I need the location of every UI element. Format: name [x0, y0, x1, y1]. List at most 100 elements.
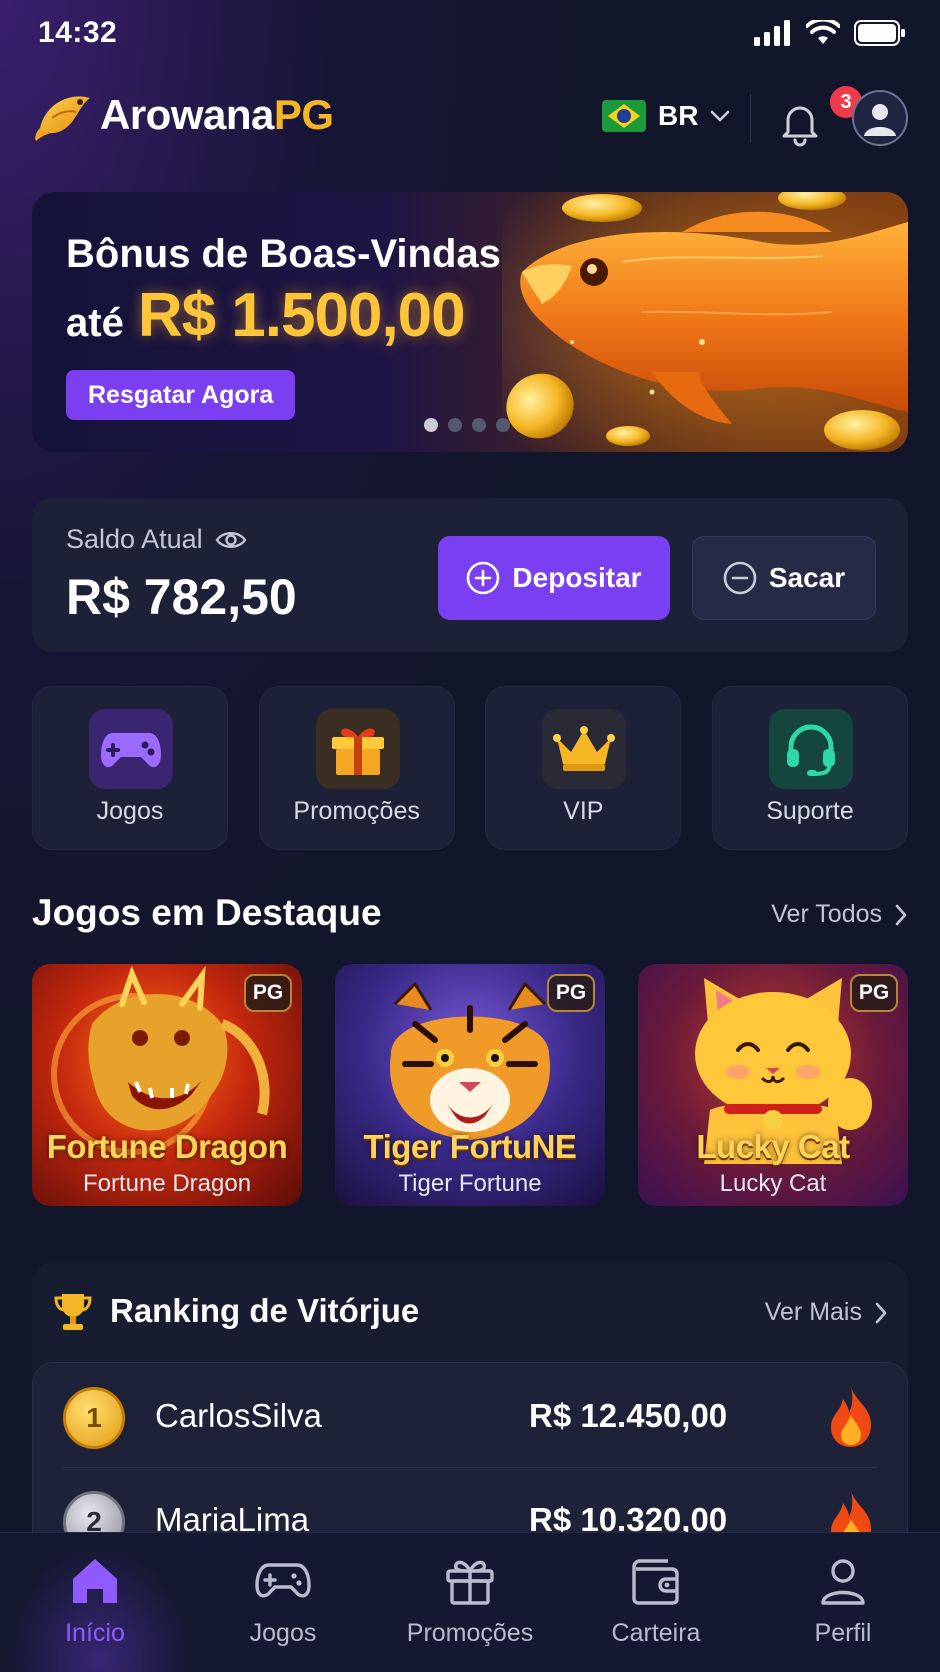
wifi-icon	[806, 20, 840, 44]
banner-prefix: até	[66, 301, 124, 345]
game-logo-text: Fortune Dragon	[46, 1128, 288, 1165]
language-code: BR	[658, 100, 699, 131]
bell-icon[interactable]	[772, 94, 828, 150]
logo-main: Arowana	[100, 91, 274, 138]
deposit-button[interactable]: Depositar	[438, 536, 670, 620]
nav-label: Jogos	[249, 1619, 317, 1647]
app-header: ArowanaPG BR 3	[32, 86, 908, 152]
game-card-tiger-fortune[interactable]: PG Tiger FortuNE Tiger Fortune	[335, 964, 605, 1206]
app-screen: 14:32 ArowanaPG BR 3 Bônus de Boas-Vinda…	[0, 0, 940, 1672]
quick-action-label: Jogos	[96, 797, 164, 825]
wallet-icon	[632, 1559, 679, 1605]
game-logo-text: Tiger FortuNE	[363, 1128, 577, 1165]
carousel-dots	[424, 418, 510, 432]
chevron-right-icon	[875, 1302, 887, 1323]
chevron-down-icon	[711, 110, 730, 122]
avatar[interactable]	[852, 90, 908, 146]
ranking-title: Ranking de Vitórjue	[110, 1292, 420, 1329]
deposit-label: Depositar	[512, 562, 642, 593]
quick-actions: Jogos Promoções VIP Suporte	[32, 686, 908, 850]
eye-icon[interactable]	[215, 529, 247, 551]
nav-home[interactable]: Início	[15, 1553, 175, 1648]
claim-now-button[interactable]: Resgatar Agora	[66, 370, 296, 420]
nav-profile[interactable]: Perfil	[763, 1553, 923, 1648]
quick-action-label: VIP	[563, 797, 604, 825]
gold-medal-icon: 1	[63, 1387, 125, 1449]
golden-arowana-illustration	[502, 192, 908, 452]
nav-label: Carteira	[611, 1619, 701, 1647]
see-more-label: Ver Mais	[764, 1298, 862, 1326]
game-name: Lucky Cat	[719, 1170, 827, 1197]
balance-label: Saldo Atual	[66, 524, 203, 554]
banner-amount: R$ 1.500,00	[137, 281, 466, 350]
brazil-flag-icon	[602, 100, 646, 132]
logo-accent: PG	[273, 91, 334, 138]
plus-circle-icon	[467, 561, 500, 595]
carousel-dot[interactable]	[448, 418, 462, 432]
game-name: Fortune Dragon	[82, 1170, 252, 1197]
nav-label: Promoções	[406, 1619, 534, 1647]
trophy-icon	[54, 1294, 92, 1330]
promo-banner[interactable]: Bônus de Boas-Vindas até R$ 1.500,00 Res…	[32, 192, 908, 452]
ranking-amount: R$ 12.450,00	[529, 1397, 728, 1434]
withdraw-label: Sacar	[768, 562, 846, 593]
user-icon	[821, 1559, 865, 1605]
status-bar: 14:32	[0, 0, 940, 70]
gift-icon	[315, 709, 400, 789]
nav-promotions[interactable]: Promoções	[390, 1553, 550, 1648]
see-all-label: Ver Todos	[771, 900, 882, 928]
nav-label: Início	[65, 1619, 125, 1647]
user-avatar-icon	[864, 104, 896, 136]
arowana-fish-logo-icon	[35, 96, 90, 141]
logo-text: ArowanaPG	[100, 91, 334, 139]
ranking-title-row: Ranking de Vitórjue	[52, 1290, 419, 1332]
provider-badge: PG	[547, 974, 595, 1012]
quick-action-label: Suporte	[766, 797, 854, 825]
quick-action-support[interactable]: Suporte	[711, 686, 908, 850]
banner-amount-line: até R$ 1.500,00	[66, 280, 466, 351]
see-all-link[interactable]: Ver Todos	[771, 900, 908, 929]
bottom-navigation: Início Jogos Promoções Carteira Perfil	[0, 1532, 940, 1672]
nav-wallet[interactable]: Carteira	[576, 1553, 736, 1648]
battery-icon	[854, 20, 905, 46]
chevron-right-icon	[895, 904, 907, 925]
featured-games-title: Jogos em Destaque	[32, 892, 382, 933]
minus-circle-icon	[723, 561, 757, 595]
app-logo[interactable]: ArowanaPG	[32, 88, 334, 142]
crown-icon	[542, 709, 627, 789]
game-name: Tiger Fortune	[398, 1170, 542, 1197]
language-selector[interactable]: BR	[602, 100, 730, 132]
header-divider	[750, 94, 751, 142]
ranking-row[interactable]: 1 CarlosSilva R$ 12.450,00	[63, 1363, 877, 1467]
nav-games[interactable]: Jogos	[203, 1553, 363, 1648]
carousel-dot[interactable]	[496, 418, 510, 432]
nav-label: Perfil	[814, 1619, 872, 1647]
home-icon	[73, 1559, 117, 1603]
game-card-lucky-cat[interactable]: PG Lucky Cat Lucky Cat	[638, 964, 908, 1206]
carousel-dot[interactable]	[472, 418, 486, 432]
withdraw-button[interactable]: Sacar	[692, 536, 876, 620]
balance-label-row: Saldo Atual	[66, 524, 247, 555]
gamepad-icon	[89, 709, 173, 789]
gift-icon	[446, 1560, 494, 1605]
balance-value: R$ 782,50	[66, 569, 297, 625]
featured-games: PG Fortune Dragon Fortune Dragon PG Tige…	[32, 964, 908, 1206]
provider-badge: PG	[850, 974, 898, 1012]
game-logo-text: Lucky Cat	[696, 1128, 850, 1165]
gamepad-icon	[255, 1563, 311, 1598]
banner-title: Bônus de Boas-Vindas	[66, 232, 501, 276]
signal-icon	[754, 20, 790, 46]
carousel-dot[interactable]	[424, 418, 438, 432]
fire-icon	[831, 1387, 871, 1447]
ranking-player-name: CarlosSilva	[155, 1397, 322, 1434]
status-time: 14:32	[38, 16, 118, 49]
see-more-link[interactable]: Ver Mais	[765, 1298, 888, 1327]
status-icons	[754, 20, 906, 46]
headset-icon	[768, 709, 853, 789]
quick-action-games[interactable]: Jogos	[32, 686, 228, 850]
balance-card: Saldo Atual R$ 782,50 Depositar Sacar	[32, 498, 908, 652]
game-card-fortune-dragon[interactable]: PG Fortune Dragon Fortune Dragon	[32, 964, 302, 1206]
quick-action-promotions[interactable]: Promoções	[258, 686, 455, 850]
provider-badge: PG	[244, 974, 292, 1012]
quick-action-vip[interactable]: VIP	[485, 686, 682, 850]
